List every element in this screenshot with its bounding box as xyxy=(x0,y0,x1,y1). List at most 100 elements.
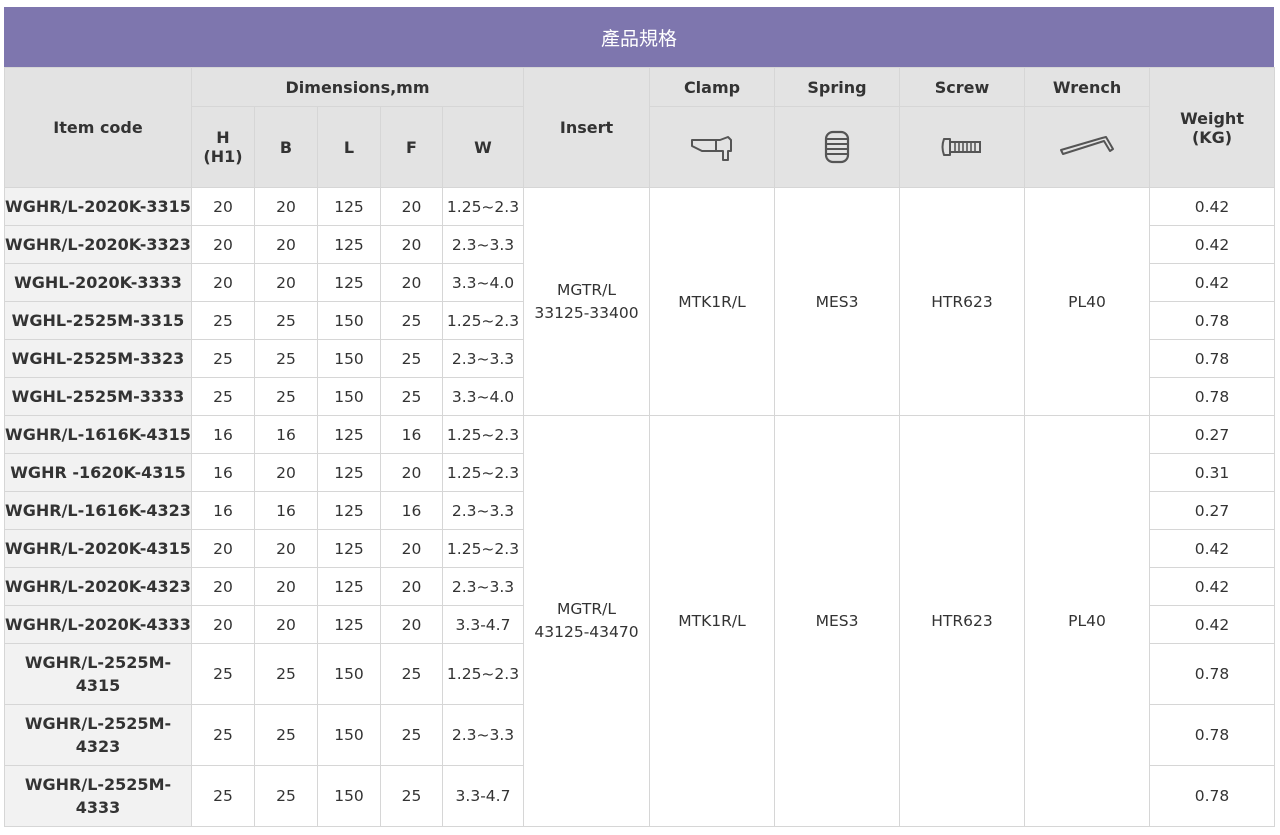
cell-w: 3.3~4.0 xyxy=(441,377,525,416)
cell-f: 16 xyxy=(380,491,443,530)
item-code-line-2: 4323 xyxy=(75,737,121,756)
cell-f: 25 xyxy=(380,704,443,766)
cell-l: 150 xyxy=(317,765,381,827)
spring-group-1: MES3 xyxy=(774,187,901,416)
cell-f: 20 xyxy=(380,187,443,226)
cell-f: 25 xyxy=(380,765,443,827)
page-title: 產品規格 xyxy=(4,7,1274,67)
cell-b: 25 xyxy=(254,704,318,766)
screw-icon-cell xyxy=(899,106,1026,188)
item-code: WGHR/L-2525M- 4315 xyxy=(4,643,192,705)
cell-l: 125 xyxy=(317,187,381,226)
cell-w: 2.3~3.3 xyxy=(441,339,525,378)
item-code: WGHR/L-2020K-4333 xyxy=(4,605,192,644)
cell-h: 16 xyxy=(191,491,255,530)
cell-l: 150 xyxy=(317,643,381,705)
cell-w: 2.3~3.3 xyxy=(441,704,525,766)
insert-line-2: 33125-33400 xyxy=(534,303,639,322)
cell-w: 1.25~2.3 xyxy=(441,187,525,226)
cell-h: 20 xyxy=(191,529,255,568)
item-code: WGHR/L-2525M- 4323 xyxy=(4,704,192,766)
item-code-line-2: 4315 xyxy=(75,676,121,695)
cell-w: 1.25~2.3 xyxy=(441,415,525,454)
cell-b: 25 xyxy=(254,377,318,416)
cell-l: 125 xyxy=(317,491,381,530)
cell-h: 25 xyxy=(191,643,255,705)
cell-weight: 0.42 xyxy=(1149,263,1276,302)
wrench-group-2: PL40 xyxy=(1024,415,1151,827)
cell-l: 125 xyxy=(317,605,381,644)
cell-w: 2.3~3.3 xyxy=(441,491,525,530)
spec-panel: 產品規格 Item code Dimensions,mm Insert Clam… xyxy=(4,7,1276,827)
cell-b: 20 xyxy=(254,225,318,264)
cell-h: 16 xyxy=(191,415,255,454)
cell-b: 25 xyxy=(254,643,318,705)
wrench-icon-cell xyxy=(1024,106,1151,188)
cell-l: 150 xyxy=(317,704,381,766)
header-f: F xyxy=(380,106,443,188)
header-weight: Weight (KG) xyxy=(1149,67,1276,188)
cell-f: 25 xyxy=(380,377,443,416)
wrench-group-1: PL40 xyxy=(1024,187,1151,416)
cell-f: 20 xyxy=(380,567,443,606)
cell-w: 3.3-4.7 xyxy=(441,605,525,644)
cell-b: 25 xyxy=(254,301,318,340)
cell-weight: 0.78 xyxy=(1149,339,1276,378)
item-code-line-1: WGHR/L-2525M- xyxy=(24,775,172,794)
cell-b: 20 xyxy=(254,187,318,226)
cell-h: 25 xyxy=(191,339,255,378)
insert-line-1: MGTR/L xyxy=(557,600,616,618)
header-dimensions: Dimensions,mm xyxy=(190,67,525,107)
cell-f: 25 xyxy=(380,339,443,378)
cell-b: 20 xyxy=(254,529,318,568)
item-code-line-1: WGHR/L-2525M- xyxy=(24,714,172,733)
header-w: W xyxy=(441,106,525,188)
cell-weight: 0.78 xyxy=(1149,301,1276,340)
cell-f: 20 xyxy=(380,225,443,264)
item-code: WGHR -1620K-4315 xyxy=(4,453,192,492)
header-item-code: Item code xyxy=(4,67,192,188)
item-code: WGHL-2525M-3333 xyxy=(4,377,192,416)
cell-f: 20 xyxy=(380,263,443,302)
cell-b: 16 xyxy=(254,415,318,454)
item-code-line-1: WGHR/L-2525M- xyxy=(24,653,172,672)
cell-f: 20 xyxy=(380,453,443,492)
cell-b: 20 xyxy=(254,567,318,606)
header-row-1: Item code Dimensions,mm Insert Clamp Spr… xyxy=(4,67,1276,188)
header-wrench: Wrench xyxy=(1024,67,1151,107)
insert-line-1: MGTR/L xyxy=(557,280,616,299)
header-weight-unit: (KG) xyxy=(1191,127,1233,147)
cell-w: 1.25~2.3 xyxy=(441,529,525,568)
cell-h: 25 xyxy=(191,704,255,766)
cell-h: 25 xyxy=(191,301,255,340)
cell-weight: 0.27 xyxy=(1149,491,1276,530)
cell-weight: 0.42 xyxy=(1149,605,1276,644)
cell-b: 20 xyxy=(254,453,318,492)
screw-group-1: HTR623 xyxy=(899,187,1026,416)
header-screw: Screw xyxy=(899,67,1026,107)
insert-group-2: MGTR/L 43125-43470 xyxy=(523,415,651,827)
header-weight-label: Weight xyxy=(1180,108,1244,128)
cell-l: 125 xyxy=(317,415,381,454)
clamp-icon-cell xyxy=(649,106,776,188)
cell-w: 2.3~3.3 xyxy=(441,225,525,264)
cell-weight: 0.27 xyxy=(1149,415,1276,454)
clamp-group-2: MTK1R/L xyxy=(649,415,776,827)
cell-h: 20 xyxy=(191,567,255,606)
cell-w: 1.25~2.3 xyxy=(441,453,525,492)
cell-h: 25 xyxy=(191,377,255,416)
cell-b: 16 xyxy=(254,491,318,530)
cell-l: 150 xyxy=(317,377,381,416)
item-code: WGHR/L-2020K-3315 xyxy=(4,187,192,226)
cell-f: 20 xyxy=(380,529,443,568)
cell-b: 25 xyxy=(254,339,318,378)
table-row: WGHR/L-1616K-4315 16 16 125 16 1.25~2.3 … xyxy=(4,415,1276,827)
cell-h: 20 xyxy=(191,225,255,264)
cell-weight: 0.31 xyxy=(1149,453,1276,492)
cell-h: 16 xyxy=(191,453,255,492)
spring-icon xyxy=(824,130,850,164)
header-h-label: H xyxy=(216,128,230,147)
header-h: H (H1) xyxy=(191,106,255,188)
cell-h: 20 xyxy=(191,605,255,644)
cell-f: 25 xyxy=(380,643,443,705)
